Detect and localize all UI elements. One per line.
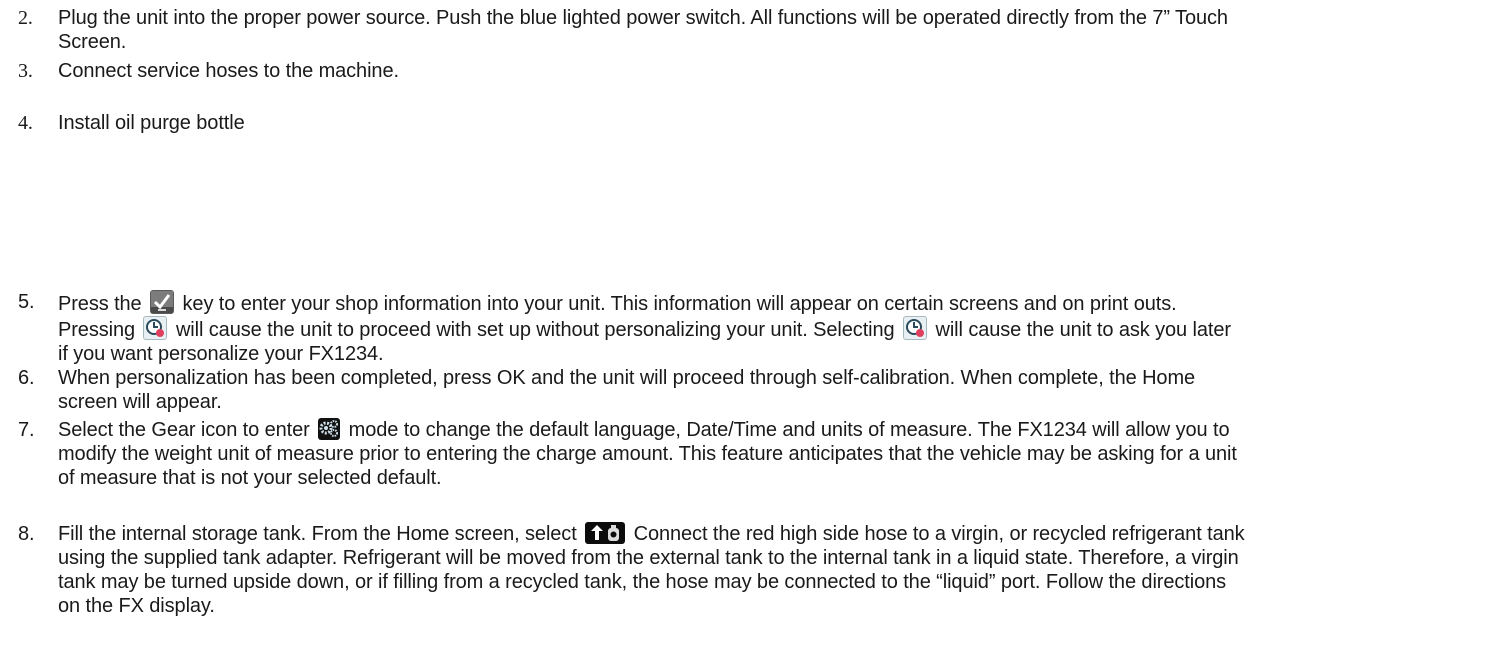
step-line: Plug the unit into the proper power sour… bbox=[58, 7, 1228, 29]
text-fragment: will cause the unit to proceed with set … bbox=[175, 319, 895, 341]
step-line: modify the weight unit of measure prior … bbox=[58, 443, 1237, 465]
step-line: Connect service hoses to the machine. bbox=[58, 60, 399, 82]
step-number: 5. bbox=[18, 291, 35, 313]
step-line: Install oil purge bottle bbox=[58, 112, 245, 134]
text-fragment: Connect the red high side hose to a virg… bbox=[633, 523, 1245, 545]
step-line: tank may be turned upside down, or if fi… bbox=[58, 571, 1227, 593]
text-fragment: Fill the internal storage tank. From the… bbox=[58, 523, 577, 545]
fill-tank-icon bbox=[585, 522, 626, 544]
step-line: Press the key to enter your shop informa… bbox=[58, 290, 1496, 316]
step-line: Screen. bbox=[58, 31, 127, 53]
text-fragment: mode to change the default language, Dat… bbox=[348, 419, 1230, 441]
step-text: Press the key to enter your shop informa… bbox=[58, 290, 1496, 366]
step-text: Fill the internal storage tank. From the… bbox=[58, 522, 1496, 618]
step-number: 3. bbox=[18, 60, 33, 82]
step-number: 4. bbox=[18, 112, 33, 134]
later-clock-icon bbox=[903, 316, 928, 340]
gear-settings-icon bbox=[318, 418, 341, 440]
step-number: 2. bbox=[18, 7, 33, 29]
step-text: Select the Gear icon to enter mode to ch… bbox=[58, 418, 1496, 490]
step-text: Connect service hoses to the machine. bbox=[58, 59, 1496, 83]
step-line: on the FX display. bbox=[58, 595, 215, 617]
text-fragment: will cause the unit to ask you later bbox=[935, 319, 1231, 341]
step-line: screen will appear. bbox=[58, 391, 222, 413]
step-text: When personalization has been completed,… bbox=[58, 366, 1496, 414]
step-number: 6. bbox=[18, 367, 35, 389]
step-line: Select the Gear icon to enter mode to ch… bbox=[58, 418, 1496, 442]
step-line: if you want personalize your FX1234. bbox=[58, 343, 384, 365]
text-fragment: Pressing bbox=[58, 319, 136, 341]
later-clock-icon bbox=[143, 316, 168, 340]
step-text: Plug the unit into the proper power sour… bbox=[58, 6, 1496, 54]
step-line: using the supplied tank adapter. Refrige… bbox=[58, 547, 1239, 569]
text-fragment: key to enter your shop information into … bbox=[182, 293, 1177, 315]
checkmark-key-icon bbox=[150, 290, 175, 314]
step-line: Fill the internal storage tank. From the… bbox=[58, 522, 1496, 546]
step-line: Pressing will cause the unit to proceed … bbox=[58, 316, 1496, 342]
step-number: 7. bbox=[18, 419, 35, 441]
step-text: Install oil purge bottle bbox=[58, 111, 1496, 135]
step-line: When personalization has been completed,… bbox=[58, 367, 1196, 389]
text-fragment: Press the bbox=[58, 293, 142, 315]
step-number: 8. bbox=[18, 523, 35, 545]
step-line: of measure that is not your selected def… bbox=[58, 467, 442, 489]
text-fragment: Select the Gear icon to enter bbox=[58, 419, 310, 441]
